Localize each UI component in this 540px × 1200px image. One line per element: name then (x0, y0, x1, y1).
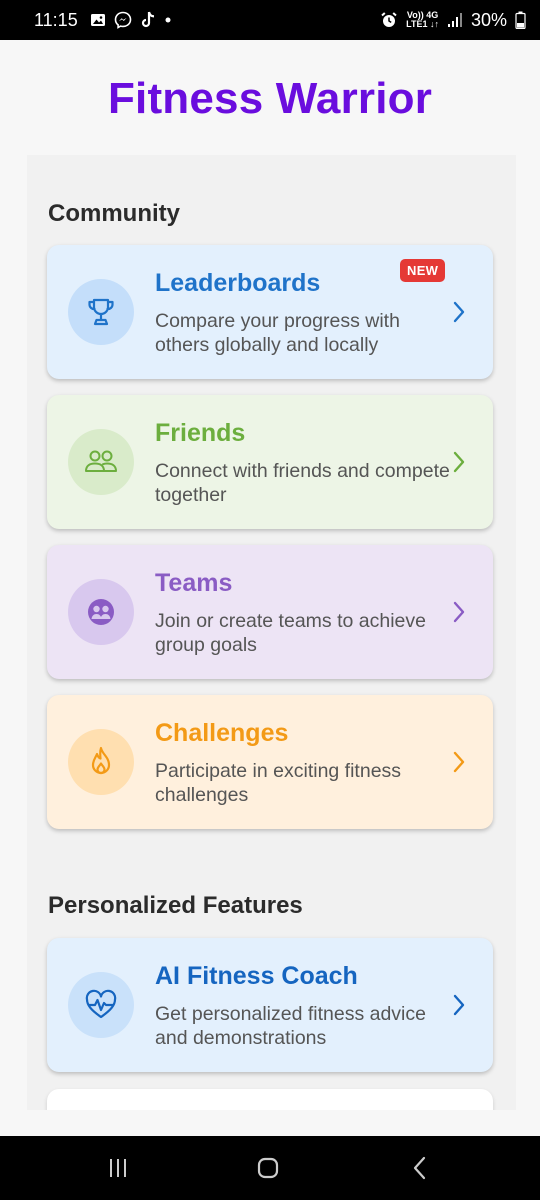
alarm-icon (380, 11, 398, 29)
card-description: Compare your progress with others global… (155, 310, 400, 356)
status-time: 11:15 (34, 9, 78, 30)
home-icon[interactable] (253, 1154, 283, 1182)
recent-apps-icon[interactable] (103, 1154, 133, 1182)
chevron-right-icon (449, 598, 469, 626)
card-title: Teams (155, 569, 233, 597)
network-bottom-text: LTE1 ↓↑ (406, 19, 439, 29)
app-title: Fitness Warrior (107, 74, 433, 123)
card-teams[interactable]: Teams Join or create teams to achieve gr… (47, 545, 493, 679)
card-description: Participate in exciting fitness challeng… (155, 760, 402, 806)
battery-percent: 30% (470, 9, 507, 30)
new-badge: NEW (400, 259, 446, 282)
heart-pulse-icon-circle (68, 972, 134, 1038)
section-title-personalized: Personalized Features (48, 892, 303, 919)
network-indicator: Vo)) 4G LTE1 ↓↑ (406, 11, 439, 29)
card-title: Friends (155, 419, 246, 447)
status-bar: 11:15 Vo)) 4G LTE1 ↓↑ 30% (0, 0, 540, 40)
trophy-icon (88, 298, 114, 326)
flame-icon (91, 746, 111, 775)
card-ai-fitness-coach[interactable]: AI Fitness Coach Get personalized fitnes… (47, 938, 493, 1072)
heart-pulse-icon (85, 989, 117, 1019)
trophy-icon-circle (68, 279, 134, 345)
tiktok-icon (140, 11, 156, 29)
card-challenges[interactable]: Challenges Participate in exciting fitne… (47, 695, 493, 829)
card-description: Connect with friends and compete togethe… (155, 460, 450, 506)
section-title-community: Community (48, 200, 180, 227)
chevron-right-icon (449, 991, 469, 1019)
card-description: Join or create teams to achieve group go… (155, 610, 426, 656)
card-title: Challenges (155, 719, 289, 747)
dot-icon (164, 16, 172, 24)
card-leaderboards[interactable]: Leaderboards Compare your progress with … (47, 245, 493, 379)
card-friends[interactable]: Friends Connect with friends and compete… (47, 395, 493, 529)
chevron-right-icon (449, 748, 469, 776)
messenger-icon (114, 11, 132, 29)
card-title: Leaderboards (155, 269, 321, 297)
card-partial[interactable] (47, 1089, 493, 1110)
gallery-icon (90, 12, 106, 28)
battery-icon (515, 11, 526, 29)
friends-icon-circle (68, 429, 134, 495)
friends-icon (85, 450, 117, 472)
navigation-bar (0, 1136, 540, 1200)
team-icon-circle (68, 579, 134, 645)
card-title: AI Fitness Coach (155, 962, 358, 990)
back-icon[interactable] (405, 1154, 435, 1182)
flame-icon-circle (68, 729, 134, 795)
content-panel: Community Leaderboards Compare your prog… (27, 155, 516, 1110)
team-icon (88, 599, 114, 625)
card-description: Get personalized fitness advice and demo… (155, 1003, 426, 1049)
chevron-right-icon (449, 298, 469, 326)
signal-icon (447, 12, 463, 28)
chevron-right-icon (449, 448, 469, 476)
